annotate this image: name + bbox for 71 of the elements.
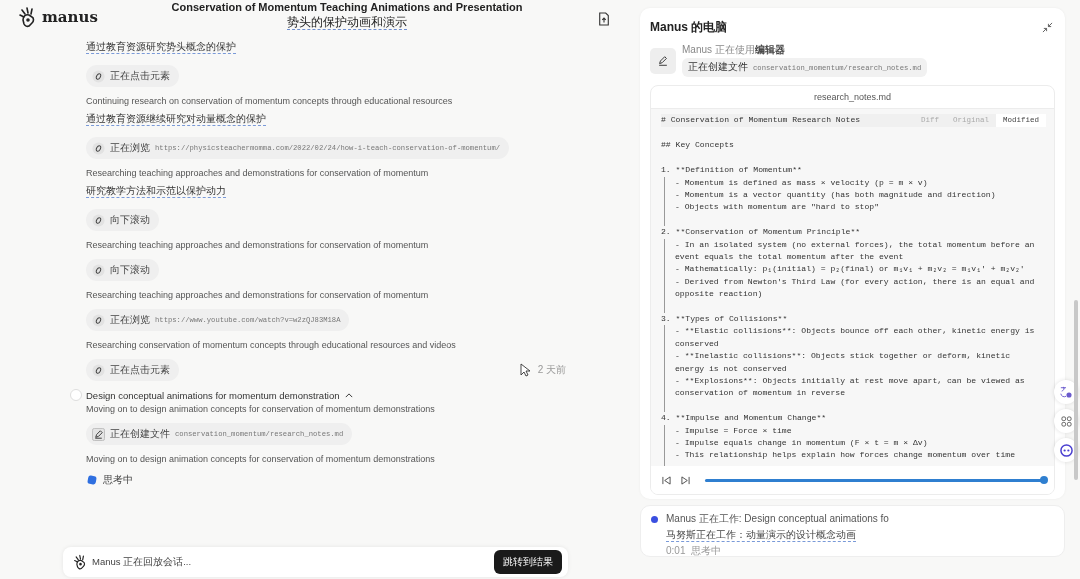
tool-circle-icon xyxy=(92,263,105,277)
code-line: # Conservation of Momentum Research Notes xyxy=(661,114,862,127)
step-text: Moving on to design animation concepts for conservation of momentum demonstrations xyxy=(86,454,435,464)
skip-forward-icon xyxy=(681,475,690,485)
step-text: Researching teaching approaches and demonstrations for conservation of momentum xyxy=(86,290,429,300)
code-line: - **Elastic collisions**: Objects bounce off each other, kinetic energy is conserved xyxy=(675,325,1036,350)
tool-status-text: Manus 正在使用编辑器 xyxy=(682,44,786,56)
panel-title: Manus 的电脑 xyxy=(650,18,728,36)
brand-name: manus xyxy=(42,8,98,26)
jump-to-result-button[interactable]: 跳转到结果 xyxy=(494,550,562,574)
pencil-icon xyxy=(92,427,105,441)
translate-icon xyxy=(1060,386,1072,398)
code-line: 3. **Types of Collisions** xyxy=(661,313,789,326)
code-line: - Mathematically: p₁(initial) = p₂(final) or m₁v₁ + m₂v₂ = m₁v₁' + m₂v₂' xyxy=(675,263,1026,276)
tool-circle-icon xyxy=(92,363,105,377)
translation-text: 研究教学方法和示范以保护动力 xyxy=(86,184,226,198)
code-line: - This relationship helps explain how forces change momentum over time xyxy=(675,449,1016,462)
document-icon xyxy=(598,12,610,26)
manus-logo-icon xyxy=(73,554,88,570)
collapse-arrows-icon xyxy=(1042,21,1053,33)
code-line: - Derived from Newton's Third Law (for every action, there is an equal and opposite reaction) xyxy=(675,275,1036,301)
code-line: 2. **Conservation of Momentum Principle** xyxy=(661,226,862,239)
tool-chip[interactable]: 正在点击元素 xyxy=(86,65,179,87)
tool-circle-icon xyxy=(92,141,105,155)
tool-circle-icon xyxy=(92,69,105,83)
translation-text: 通过教育资源研究势头概念的保护 xyxy=(86,40,236,54)
translation-text: 通过教育资源继续研究对动量概念的保护 xyxy=(86,112,266,126)
step-text: Researching conservation of momentum concepts through educational resources and videos xyxy=(86,340,456,350)
step-text: Researching teaching approaches and demonstrations for conservation of momentum xyxy=(86,168,429,178)
skip-back-icon xyxy=(662,475,671,485)
code-line: - **Explosions**: Objects initially at rest move apart, can be viewed as conservation of momentum in reverse xyxy=(675,375,1026,400)
tool-chip[interactable]: 正在点击元素 xyxy=(86,359,179,381)
code-line: - Impulse = Force × time xyxy=(675,424,793,437)
code-line: - Objects with momentum are "hard to stop" xyxy=(675,201,880,214)
progress-handle[interactable] xyxy=(1040,476,1048,484)
translation-text: 马努斯正在工作：动量演示的设计概念动画 xyxy=(666,529,856,542)
code-line: - **Inelastic collisions**: Objects stick together or deform, kinetic energy is not conserved xyxy=(675,350,1012,375)
step-text: Researching teaching approaches and demonstrations for conservation of momentum xyxy=(86,240,429,250)
pencil-icon xyxy=(657,55,669,67)
task-title: Conservation of Momentum Teaching Animations and Presentation xyxy=(171,1,523,13)
robot-face-icon xyxy=(1059,443,1073,457)
status-text: Manus 正在工作: Design conceptual animations fo xyxy=(666,512,889,526)
mouse-cursor-icon xyxy=(519,363,530,377)
timestamp: 2 天前 xyxy=(537,363,566,377)
tool-circle-icon xyxy=(92,313,105,327)
step-text: Continuing research on conservation of momentum concepts through educational resources xyxy=(86,96,453,106)
tool-circle-icon xyxy=(92,213,105,227)
code-line: - Impulse equals change in momentum (F × t = m × Δv) xyxy=(675,437,929,450)
replay-status: Manus 正在回放会话... xyxy=(92,555,193,569)
step-text: Moving on to design animation concepts for conservation of momentum demonstrations xyxy=(86,404,435,414)
status-dot-icon xyxy=(651,515,658,523)
step-circle-icon xyxy=(70,389,82,401)
code-line: 4. **Impulse and Momentum Change** xyxy=(661,412,828,425)
thinking-status: 思考中 xyxy=(103,473,133,487)
step-title[interactable]: Design conceptual animations for momentum demonstration xyxy=(86,389,354,401)
tool-chip[interactable]: 向下滚动 xyxy=(86,209,159,231)
task-title-translation: 势头的保护动画和演示 xyxy=(287,15,407,30)
elapsed-time: 0:01 xyxy=(666,545,686,556)
thinking-status: 思考中 xyxy=(691,545,722,556)
code-line: 1. **Definition of Momentum** xyxy=(661,164,803,177)
code-line: - In an isolated system (no external forces), the total momentum before an event equals the total momentum after the event xyxy=(675,238,1036,263)
next-button[interactable] xyxy=(680,474,691,486)
code-line: - Momentum is a vector quantity (has both magnitude and direction) xyxy=(675,189,997,201)
code-line: ## Key Concepts xyxy=(661,139,735,152)
code-line: - Momentum is defined as mass × velocity (p = m × v) xyxy=(675,176,929,189)
scrollbar-thumb[interactable] xyxy=(1074,300,1078,480)
document-button[interactable] xyxy=(596,10,612,28)
previous-button[interactable] xyxy=(661,474,672,486)
thinking-icon xyxy=(87,475,97,485)
grid-icon xyxy=(1060,415,1072,427)
tool-chip[interactable]: 向下滚动 xyxy=(86,259,159,281)
